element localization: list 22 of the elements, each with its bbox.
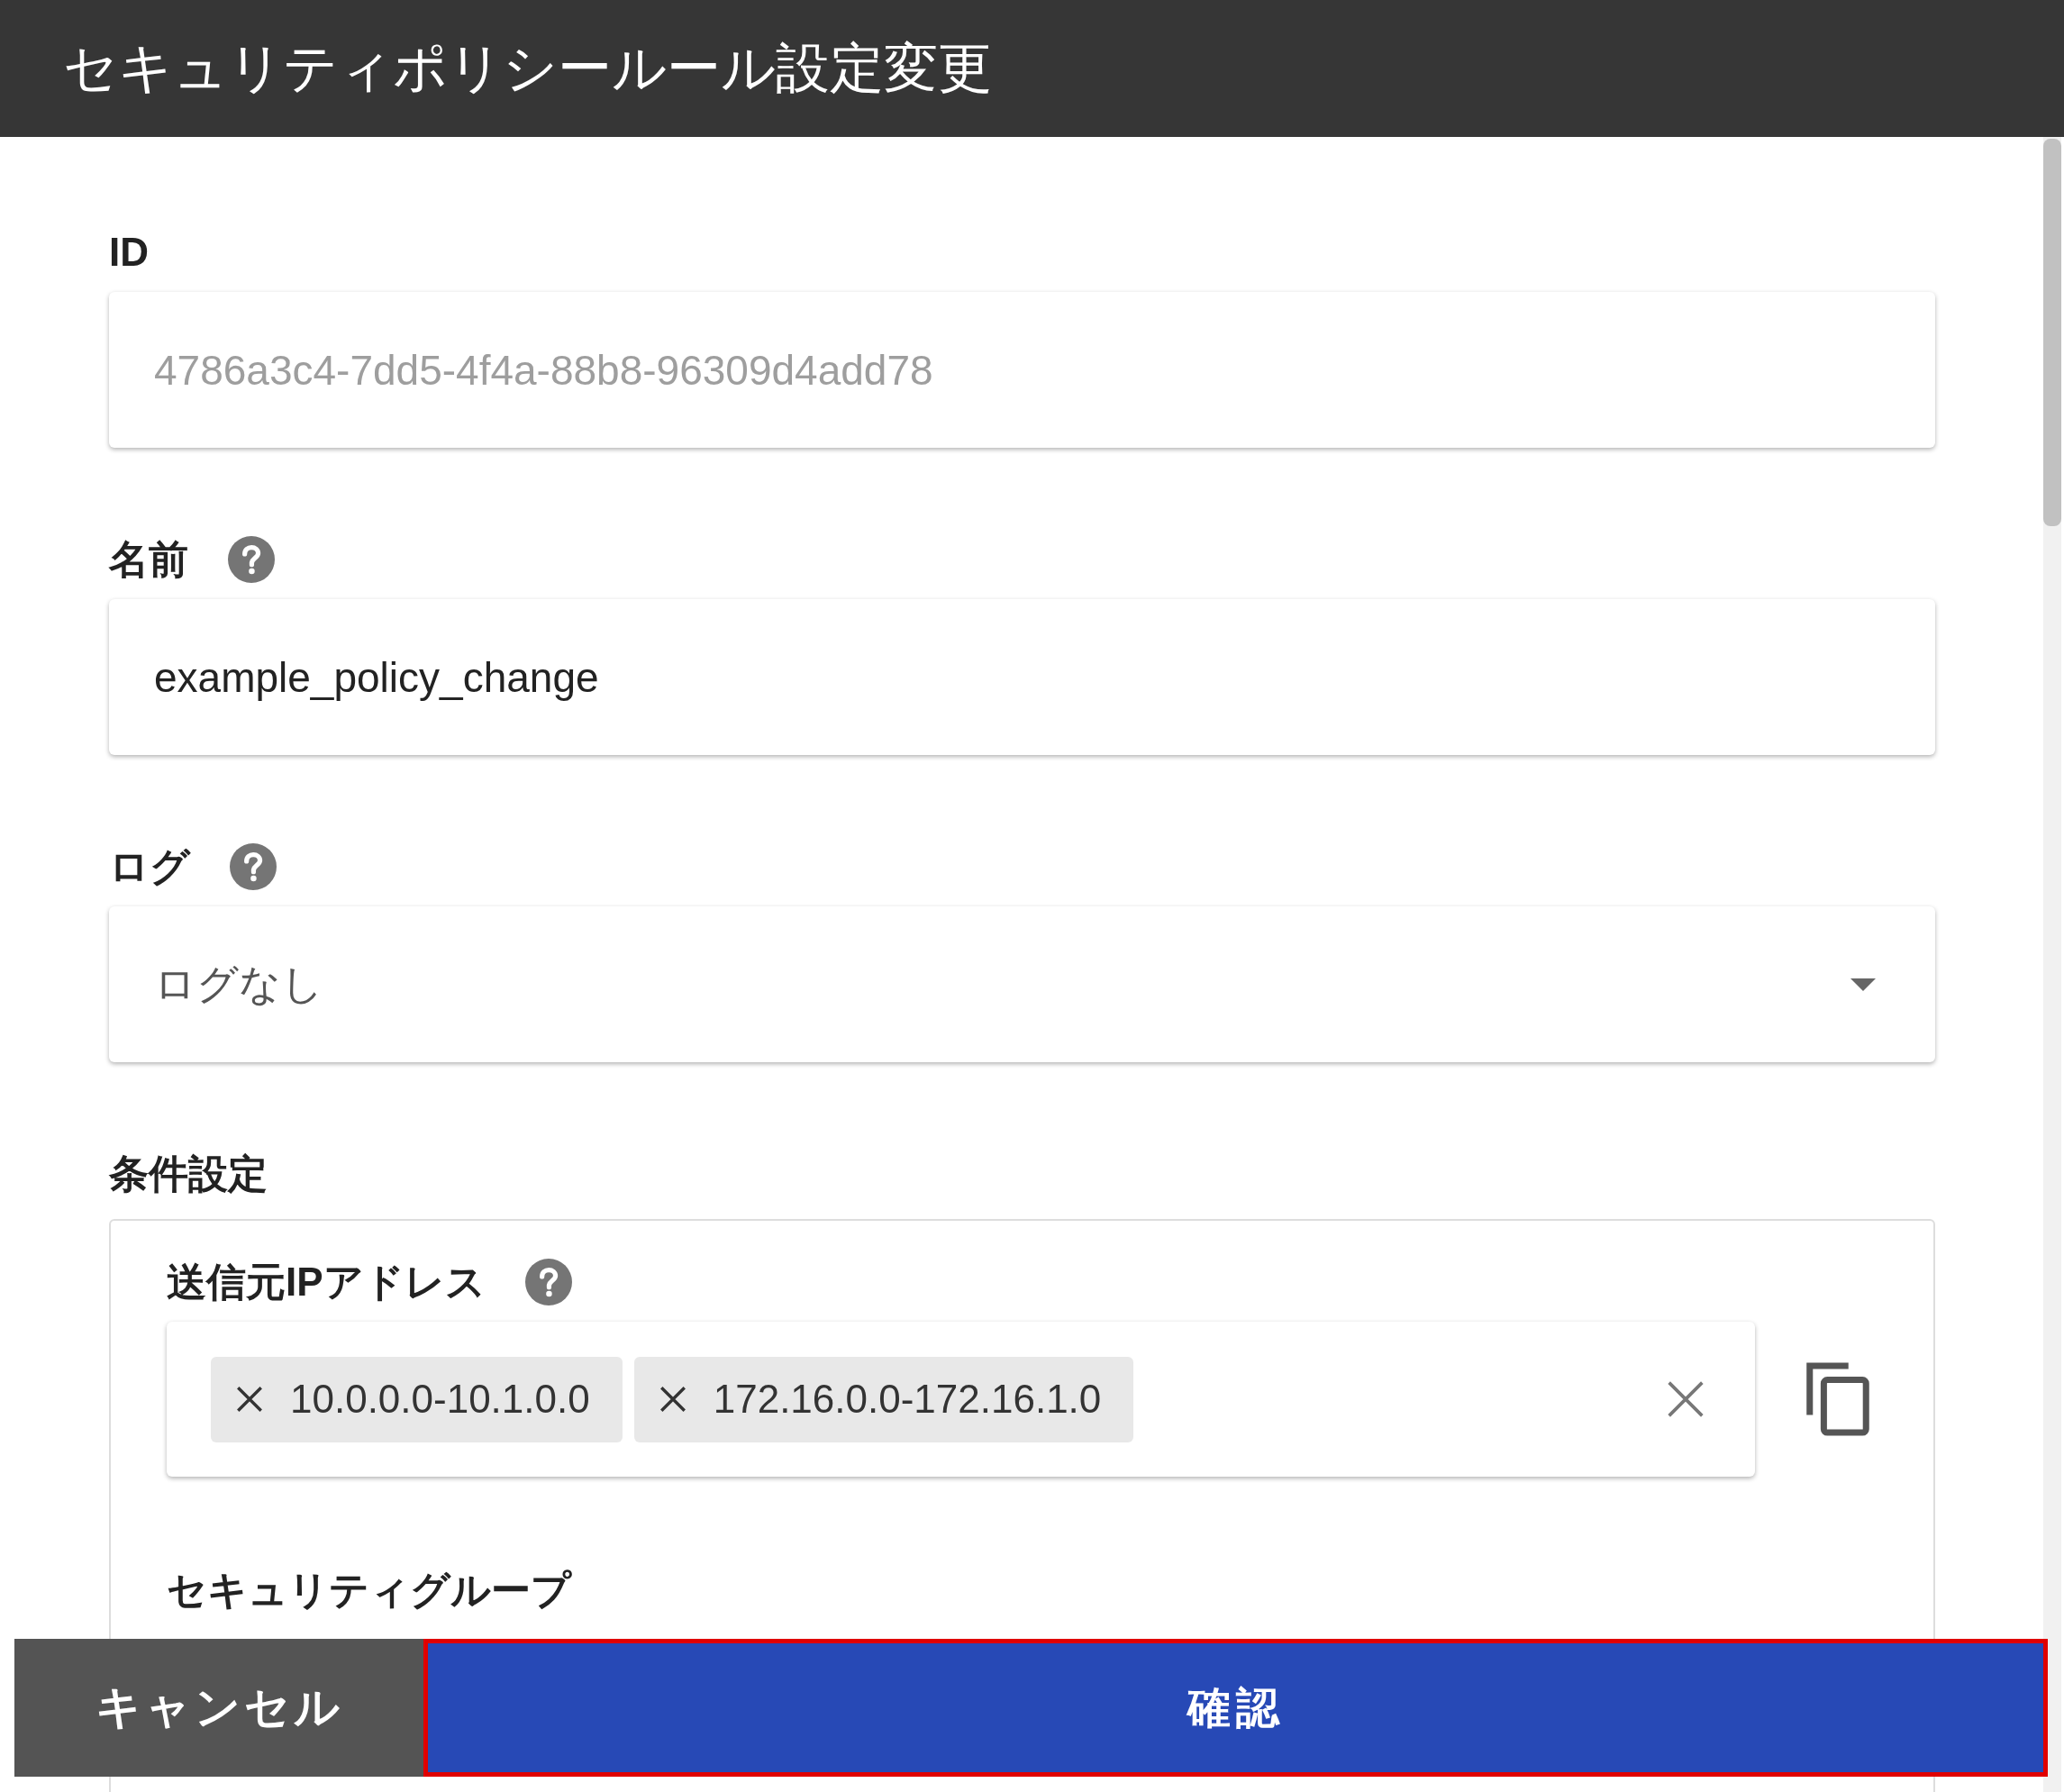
ip-chip[interactable]: 10.0.0.0-10.1.0.0 xyxy=(211,1356,623,1442)
chip-input-field[interactable]: 10.0.0.0-10.1.0.0 172.16.0.0-172.16.1.0 xyxy=(167,1322,1755,1477)
field-label: 名前 xyxy=(109,540,188,579)
help-icon[interactable] xyxy=(228,536,275,583)
select-field[interactable]: ログなし xyxy=(109,906,1935,1062)
field-label: ID xyxy=(109,232,149,272)
text-field[interactable]: example_policy_change xyxy=(109,599,1935,755)
cancel-button[interactable]: キャンセル xyxy=(14,1639,423,1777)
dropdown-caret-icon xyxy=(1850,978,1876,991)
window-title: セキュリティポリシールール設定変更 xyxy=(63,37,992,100)
confirm-button[interactable]: 確認 xyxy=(423,1639,2048,1777)
copy-icon[interactable] xyxy=(1805,1362,1870,1436)
remove-icon[interactable] xyxy=(234,1384,265,1414)
clear-icon[interactable] xyxy=(1666,1379,1705,1419)
scrollbar-thumb[interactable] xyxy=(2043,139,2061,526)
field-label: 送信元IPアドレス xyxy=(167,1262,486,1302)
field-label: ログ xyxy=(109,847,190,887)
field-label: セキュリティグループ xyxy=(167,1570,571,1610)
section-title: 条件設定 xyxy=(109,1154,268,1194)
ip-chip[interactable]: 172.16.0.0-172.16.1.0 xyxy=(633,1356,1134,1442)
help-icon[interactable] xyxy=(524,1259,572,1305)
help-icon[interactable] xyxy=(230,843,277,890)
